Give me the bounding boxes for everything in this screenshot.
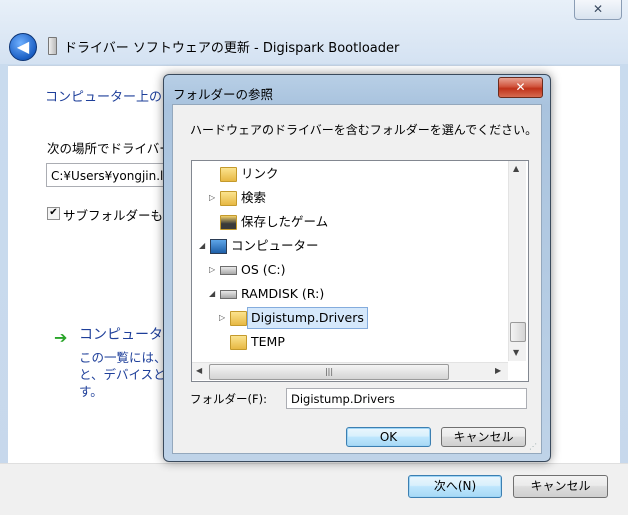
back-arrow-icon[interactable]: ◀ [9, 33, 37, 61]
drive-icon [220, 290, 237, 299]
tree-item-label: OS (C:) [241, 262, 286, 277]
wizard-close-button[interactable]: ✕ [574, 0, 622, 20]
next-button[interactable]: 次へ(N) [408, 475, 502, 498]
tree-item-label: リンク [241, 166, 279, 181]
include-subfolders-label[interactable]: サブフォルダーも村 [63, 205, 176, 224]
dialog-close-button[interactable]: ✕ [498, 77, 543, 98]
scroll-up-arrow-icon[interactable]: ▲ [513, 164, 519, 173]
dialog-title: フォルダーの参照 [173, 87, 274, 102]
scroll-down-arrow-icon[interactable]: ▼ [513, 348, 519, 357]
vertical-scrollbar[interactable]: ▲ ▼ [508, 161, 526, 361]
green-arrow-icon: ➔ [54, 328, 68, 347]
folder-input[interactable]: Digistump.Drivers [286, 388, 527, 409]
folder-icon [230, 311, 247, 326]
tree-item-label: Digistump.Drivers [247, 307, 368, 329]
pick-from-list-desc-line: す。 [79, 384, 103, 399]
os-drive-icon [220, 266, 237, 275]
tree-expander[interactable]: ▷ [219, 307, 225, 329]
browse-folder-dialog: フォルダーの参照 ✕ ハードウェアのドライバーを含むフォルダーを選んでください。… [163, 74, 551, 462]
tree-item-label: RAMDISK (R:) [241, 286, 325, 301]
wizard-title: ドライバー ソフトウェアの更新 - Digispark Bootloader [64, 41, 400, 56]
computer-icon [210, 239, 227, 254]
link-folder-icon [220, 167, 237, 182]
tree-expander[interactable]: ▷ [209, 187, 215, 209]
scroll-right-arrow-icon[interactable]: ▶ [495, 366, 501, 375]
include-subfolders-checkbox[interactable]: ✔ [47, 207, 60, 220]
horizontal-scrollbar[interactable]: ◀ ||| ▶ [192, 362, 508, 380]
cancel-button[interactable]: キャンセル [513, 475, 608, 498]
saved-games-folder-icon [220, 215, 237, 230]
folder-field-label: フォルダー(F): [190, 392, 267, 406]
ok-button[interactable]: OK [346, 427, 431, 447]
search-folder-icon [220, 191, 237, 206]
tree-item-label: TEMP [251, 334, 285, 349]
tree-expander[interactable]: ◢ [209, 283, 215, 305]
dialog-instruction: ハードウェアのドライバーを含むフォルダーを選んでください。 [190, 123, 538, 137]
scroll-left-arrow-icon[interactable]: ◀ [196, 366, 202, 375]
folder-tree[interactable]: リンク ▷ 検索 保存したゲーム ◢ コンピューター ▷ OS (C:) ◢ R… [191, 160, 529, 382]
horizontal-scroll-thumb[interactable]: ||| [209, 364, 449, 380]
page-heading: コンピューター上のド [45, 90, 176, 105]
tree-item-label: コンピューター [231, 238, 319, 253]
usb-device-icon [48, 37, 57, 55]
dialog-body: ハードウェアのドライバーを含むフォルダーを選んでください。 リンク ▷ 検索 保… [172, 104, 542, 454]
tree-expander[interactable]: ◢ [199, 235, 205, 257]
dialog-cancel-button[interactable]: キャンセル [441, 427, 526, 447]
tree-expander[interactable]: ▷ [209, 259, 215, 281]
folder-icon [230, 335, 247, 350]
vertical-scroll-thumb[interactable] [510, 322, 526, 342]
tree-item-label: 保存したゲーム [241, 214, 329, 229]
search-location-label: 次の場所でドライバー [47, 141, 172, 156]
resize-grip-icon[interactable]: ⋰ [529, 442, 537, 451]
tree-item-label: 検索 [241, 190, 267, 205]
